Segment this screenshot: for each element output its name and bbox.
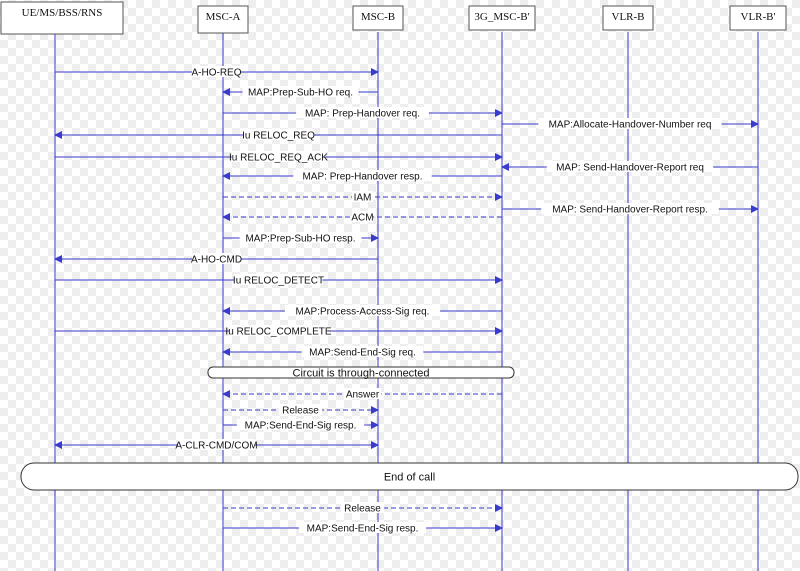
message-arrow: MAP: Send-Handover-Report resp. <box>502 203 759 216</box>
entity-label: MSC-A <box>206 11 241 23</box>
message-label: MAP:Send-End-Sig req. <box>309 348 416 359</box>
message-arrow: MAP:Prep-Sub-HO resp. <box>223 232 379 245</box>
message-label: Iu RELOC_REQ_ACK <box>229 153 328 164</box>
message-label: MAP:Process-Access-Sig req. <box>296 307 430 318</box>
entity-msca: MSC-A <box>197 5 249 34</box>
message-arrow: MAP:Send-End-Sig req. <box>222 346 502 359</box>
message-arrow: Release <box>223 502 503 515</box>
sequence-diagram: UE/MS/BSS/RNS MSC-A MSC-B 3G_MSC-B' VLR-B VLR… <box>0 1 799 571</box>
circuit-connected-bar: Circuit is through-connected <box>207 366 515 380</box>
entity-mscb: MSC-B <box>352 5 404 31</box>
message-label: ACM <box>351 213 373 224</box>
entity-label: UE/MS/BSS/RNS <box>22 7 103 19</box>
message-label: A-HO-REQ <box>192 68 242 79</box>
message-arrow: MAP:Prep-Sub-HO req. <box>222 86 378 99</box>
message-arrow: MAP:Allocate-Handover-Number req <box>502 118 759 131</box>
message-label: MAP: Prep-Handover resp. <box>302 172 422 183</box>
message-arrow: Iu RELOC_DETECT <box>55 274 503 287</box>
message-arrow: Iu RELOC_REQ <box>54 129 502 142</box>
message-label: Answer <box>346 390 380 401</box>
message-label: MAP:Prep-Sub-HO req. <box>248 88 353 99</box>
entity-vlrb2: VLR-B' <box>729 5 787 31</box>
message-arrow: A-HO-CMD <box>54 253 378 266</box>
message-arrow: MAP:Send-End-Sig resp. <box>223 522 503 535</box>
message-label: Iu RELOC_COMPLETE <box>225 327 331 338</box>
entity-label: VLR-B' <box>741 11 776 23</box>
message-arrow: IAM <box>223 191 503 204</box>
entity-ue: UE/MS/BSS/RNS <box>0 1 124 35</box>
message-arrow: Answer <box>222 388 502 401</box>
message-label: Release <box>282 406 319 417</box>
message-label: Release <box>344 504 381 515</box>
message-arrow: A-CLR-CMD/COM <box>54 439 379 452</box>
message-arrow: MAP: Prep-Handover req. <box>223 107 503 120</box>
message-arrow: ACM <box>222 211 502 224</box>
entity-label: MSC-B <box>361 11 395 23</box>
entity-label: 3G_MSC-B' <box>474 11 529 23</box>
message-label: MAP:Prep-Sub-HO resp. <box>245 234 355 245</box>
message-label: MAP:Send-End-Sig resp. <box>307 524 419 535</box>
bar-label: End of call <box>384 472 435 484</box>
message-label: MAP:Send-End-Sig resp. <box>245 421 357 432</box>
end-of-call-bar: End of call <box>20 462 799 491</box>
message-label: IAM <box>354 193 372 204</box>
message-label: MAP:Allocate-Handover-Number req <box>549 120 712 131</box>
message-arrow: A-HO-REQ <box>55 66 379 79</box>
entity-label: VLR-B <box>612 11 645 23</box>
message-arrow: MAP:Process-Access-Sig req. <box>222 305 502 318</box>
message-arrow: MAP: Send-Handover-Report req <box>501 161 758 174</box>
message-label: Iu RELOC_REQ <box>242 131 315 142</box>
bar-label: Circuit is through-connected <box>293 368 430 380</box>
message-label: A-HO-CMD <box>191 255 242 266</box>
message-label: MAP: Prep-Handover req. <box>305 109 420 120</box>
message-arrow: Iu RELOC_REQ_ACK <box>55 151 503 164</box>
message-arrow: MAP:Send-End-Sig resp. <box>223 419 379 432</box>
message-label: A-CLR-CMD/COM <box>175 441 257 452</box>
message-arrow: MAP: Prep-Handover resp. <box>222 170 502 183</box>
message-arrow: Iu RELOC_COMPLETE <box>55 325 503 338</box>
message-label: MAP: Send-Handover-Report resp. <box>552 205 708 216</box>
entity-vlrb: VLR-B <box>602 5 654 31</box>
message-label: MAP: Send-Handover-Report req <box>556 163 704 174</box>
entity-msc3g: 3G_MSC-B' <box>468 5 536 31</box>
message-label: Iu RELOC_DETECT <box>233 276 324 287</box>
message-arrow: Release <box>223 404 379 417</box>
